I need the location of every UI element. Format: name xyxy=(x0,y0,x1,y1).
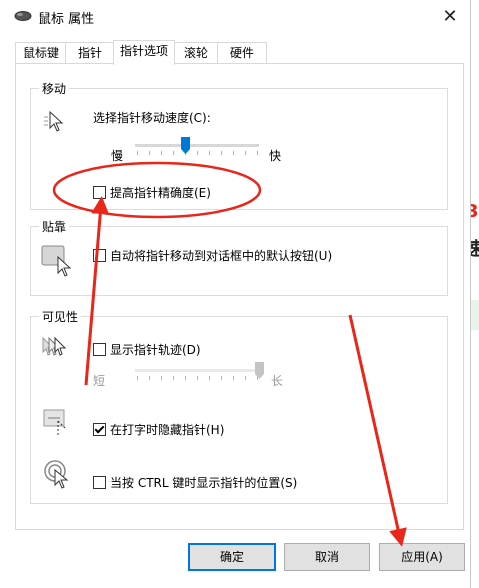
mouse-properties-dialog: 鼠标 属性 ✕ 鼠标键 指针 指针选项 滚轮 硬件 移动 选择指针移动速度(C)… xyxy=(0,0,471,588)
motion-group-label: 移动 xyxy=(39,80,70,97)
visibility-group: 可见性 显示指针轨迹(D) 短 长 在打字时隐藏指针(H) 当按 CTRL 键时… xyxy=(30,308,448,504)
trails-label[interactable]: 显示指针轨迹(D) xyxy=(110,341,201,358)
precision-label[interactable]: 提高指针精确度(E) xyxy=(110,184,211,201)
snap-group-label: 贴靠 xyxy=(39,218,70,235)
slider-tick xyxy=(137,376,138,380)
apply-button-label: 应用(A) xyxy=(401,550,443,564)
tab-label: 硬件 xyxy=(229,46,254,60)
slider-tick xyxy=(233,376,234,380)
precision-checkbox[interactable] xyxy=(93,186,106,199)
speed-label: 选择指针移动速度(C): xyxy=(93,111,211,125)
fast-label: 快 xyxy=(269,149,282,163)
slider-tick xyxy=(245,376,246,380)
slider-tick xyxy=(197,376,198,380)
hide-while-typing-checkbox[interactable] xyxy=(93,423,106,436)
tab-label: 鼠标键 xyxy=(22,46,59,60)
show-location-label[interactable]: 当按 CTRL 键时显示指针的位置(S) xyxy=(110,474,297,491)
slider-tick xyxy=(233,151,234,155)
slider-tick xyxy=(149,376,150,380)
slider-tick xyxy=(221,151,222,155)
slider-tick xyxy=(221,376,222,380)
slider-tick xyxy=(173,376,174,380)
cancel-button-label: 取消 xyxy=(314,550,339,564)
slider-tick xyxy=(137,151,138,155)
close-icon: ✕ xyxy=(442,5,458,27)
slider-tick xyxy=(149,151,150,155)
slider-tick xyxy=(197,151,198,155)
hide-while-typing-label[interactable]: 在打字时隐藏指针(H) xyxy=(110,421,224,438)
title-bar: 鼠标 属性 ✕ xyxy=(0,0,470,32)
slider-tick xyxy=(161,376,162,380)
pointer-options-panel: 移动 选择指针移动速度(C): 慢 快 提高指针精确度(E) 贴靠 自动将指针移… xyxy=(15,63,464,530)
tab-label: 指针选项 xyxy=(119,44,168,58)
visibility-group-label: 可见性 xyxy=(39,308,82,325)
tab-hardware[interactable]: 硬件 xyxy=(217,42,267,63)
slow-label: 慢 xyxy=(111,149,124,163)
snap-label[interactable]: 自动将指针移动到对话框中的默认按钮(U) xyxy=(110,247,332,264)
speed-slider-track[interactable] xyxy=(135,144,259,147)
slider-tick xyxy=(173,151,174,155)
tab-pointer-options[interactable]: 指针选项 xyxy=(113,40,175,65)
apply-button[interactable]: 应用(A) xyxy=(379,543,465,571)
slider-tick xyxy=(209,151,210,155)
window-title: 鼠标 属性 xyxy=(38,12,95,27)
snap-checkbox[interactable] xyxy=(93,249,106,262)
ok-button[interactable]: 确定 xyxy=(188,543,276,571)
tab-label: 滚轮 xyxy=(183,46,208,60)
tab-pointers[interactable]: 指针 xyxy=(65,42,115,63)
trails-checkbox[interactable] xyxy=(93,343,106,356)
cancel-button[interactable]: 取消 xyxy=(284,543,370,571)
trails-slider-track[interactable] xyxy=(135,369,259,372)
long-label: 长 xyxy=(271,374,284,388)
mouse-icon xyxy=(14,11,32,21)
tab-buttons[interactable]: 鼠标键 xyxy=(15,42,67,63)
slider-tick xyxy=(209,376,210,380)
slider-tick xyxy=(161,151,162,155)
snap-to-icon xyxy=(41,245,72,277)
slider-tick xyxy=(245,151,246,155)
tab-wheel[interactable]: 滚轮 xyxy=(173,42,219,63)
slider-tick xyxy=(185,376,186,380)
ok-button-label: 确定 xyxy=(219,550,244,564)
show-location-checkbox[interactable] xyxy=(93,476,106,489)
motion-group: 移动 选择指针移动速度(C): 慢 快 提高指针精确度(E) xyxy=(30,80,448,210)
pointer-trails-icon xyxy=(42,336,67,356)
short-label: 短 xyxy=(93,374,106,388)
pointer-speed-icon xyxy=(44,110,64,132)
snap-group: 贴靠 自动将指针移动到对话框中的默认按钮(U) xyxy=(30,218,448,296)
slider-tick xyxy=(257,151,258,155)
hide-pointer-icon xyxy=(43,409,66,435)
close-button[interactable]: ✕ xyxy=(430,0,470,32)
trails-slider-thumb[interactable] xyxy=(255,362,264,379)
tab-label: 指针 xyxy=(77,46,102,60)
speed-slider-thumb[interactable] xyxy=(180,137,190,154)
show-location-icon xyxy=(44,460,69,489)
